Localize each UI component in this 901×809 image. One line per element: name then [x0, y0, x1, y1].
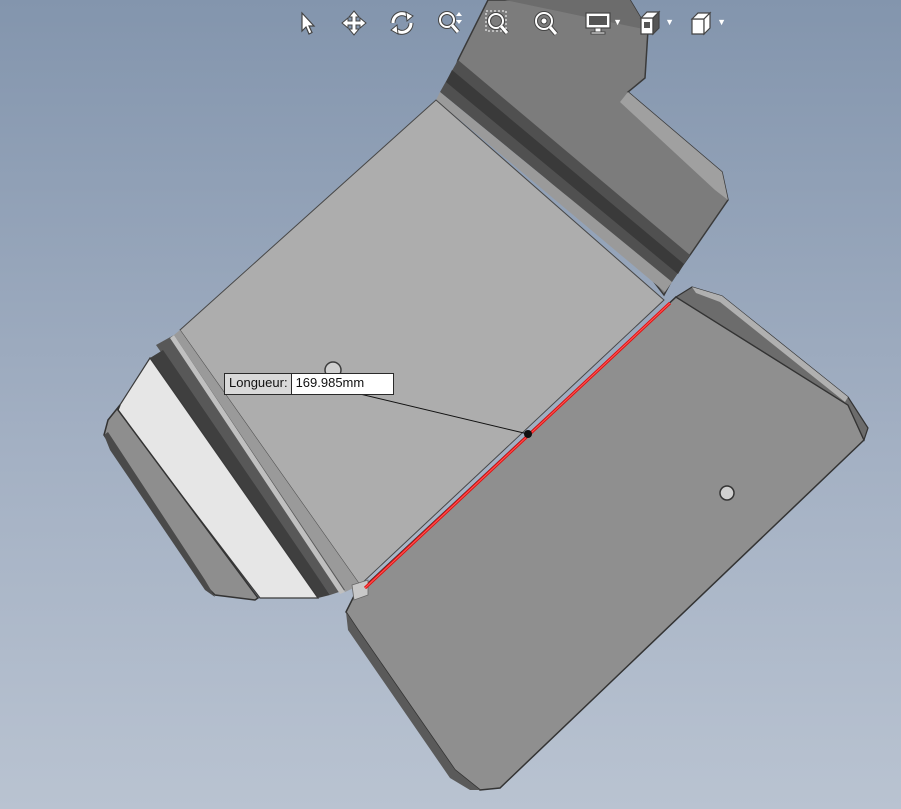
select-arrow-icon: [294, 10, 318, 36]
standard-views-button[interactable]: ▼: [680, 5, 726, 41]
chevron-down-icon[interactable]: ▼: [717, 18, 726, 27]
chevron-down-icon[interactable]: ▼: [613, 18, 622, 27]
rotate-icon: [388, 9, 416, 37]
zoom-window-icon: [484, 9, 512, 37]
cube-view-icon: [687, 9, 717, 37]
display-monitor-icon: [583, 9, 613, 37]
view-orientation-icon: [635, 9, 665, 37]
edge-midpoint-marker: [524, 430, 532, 438]
measurement-value: 169.985mm: [290, 374, 393, 394]
pan-move-icon: [341, 10, 367, 36]
3d-viewport[interactable]: Longueur: 169.985mm ▼ ▼ ▼: [0, 0, 901, 809]
zoom-in-out-icon: [436, 9, 464, 37]
view-orientation-button[interactable]: ▼: [628, 5, 674, 41]
measurement-caption: Longueur:: [225, 374, 291, 394]
rotate-button[interactable]: [384, 5, 420, 41]
sheet-metal-part[interactable]: [0, 0, 901, 809]
hole-right: [719, 485, 735, 501]
heads-up-toolbar: ▼ ▼ ▼: [288, 5, 732, 41]
zoom-window-button[interactable]: [480, 5, 516, 41]
chevron-down-icon[interactable]: ▼: [665, 18, 674, 27]
zoom-fit-button[interactable]: [528, 5, 564, 41]
select-button[interactable]: [288, 5, 324, 41]
display-style-button[interactable]: ▼: [576, 5, 622, 41]
pan-button[interactable]: [336, 5, 372, 41]
zoom-button[interactable]: [432, 5, 468, 41]
zoom-fit-icon: [532, 9, 560, 37]
measurement-label: Longueur: 169.985mm: [224, 373, 394, 395]
